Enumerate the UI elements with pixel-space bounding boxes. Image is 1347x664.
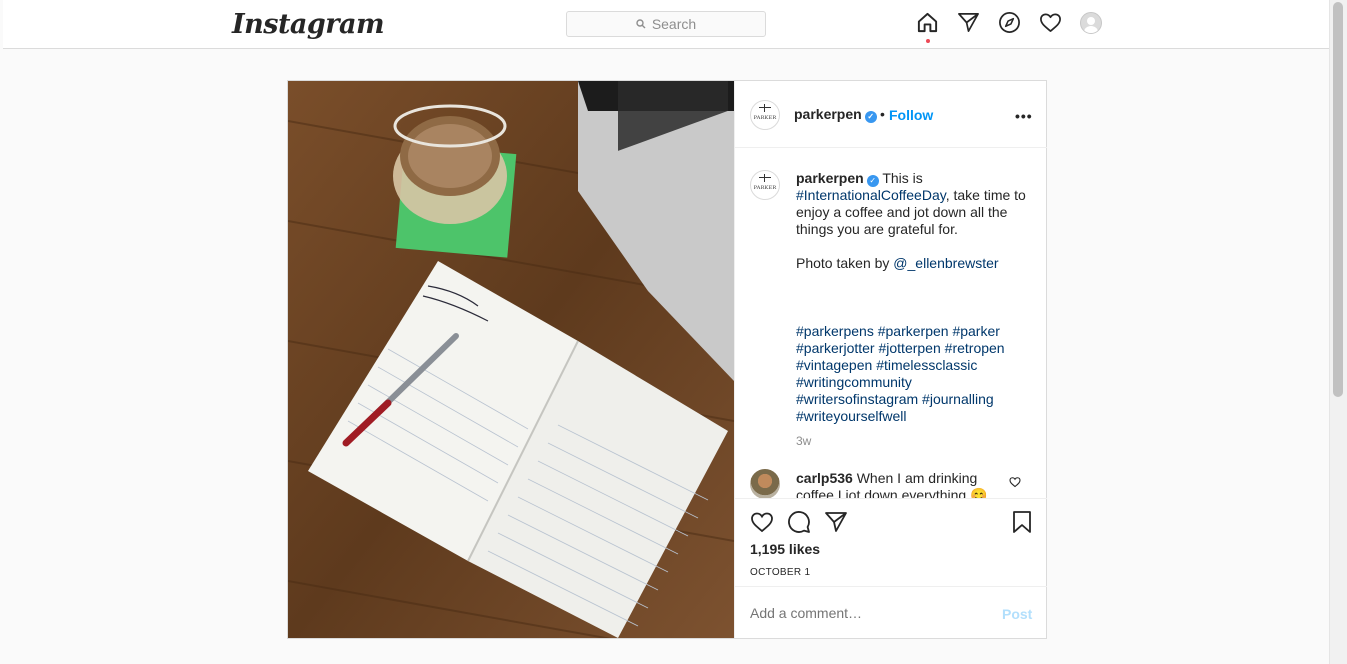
- hashtag[interactable]: #journalling: [922, 391, 994, 407]
- scrollbar-thumb[interactable]: [1333, 2, 1343, 397]
- parker-arrow-logo: [759, 104, 771, 113]
- caption-author-avatar[interactable]: PARKER: [750, 170, 780, 200]
- share-icon[interactable]: [824, 510, 848, 534]
- search-placeholder: Search: [651, 16, 697, 32]
- photo-credit-prefix: Photo taken by: [796, 255, 890, 271]
- comment-like-icon[interactable]: [1009, 476, 1021, 488]
- verified-badge-icon: ✓: [864, 111, 877, 123]
- caption-time[interactable]: 3w: [796, 434, 811, 448]
- instagram-logo[interactable]: Instagram: [232, 9, 385, 40]
- hashtag[interactable]: #vintagepen: [796, 357, 872, 373]
- caption-hashtag[interactable]: #InternationalCoffeeDay: [796, 187, 946, 203]
- caption: parkerpen ✓ This is #InternationalCoffeeD…: [796, 170, 1031, 425]
- post-image: [288, 81, 734, 638]
- author-avatar[interactable]: PARKER: [750, 100, 780, 130]
- nav-icons: [916, 11, 1102, 43]
- hashtag[interactable]: #parkerjotter: [796, 340, 875, 356]
- hashtag[interactable]: #writingcommunity: [796, 374, 912, 390]
- post-photo[interactable]: [288, 81, 734, 638]
- follow-button[interactable]: Follow: [889, 107, 933, 123]
- like-icon[interactable]: [750, 510, 774, 534]
- avatar-logo-text: PARKER: [753, 115, 777, 121]
- comment-input[interactable]: [750, 605, 990, 621]
- hashtag[interactable]: #parkerpen: [878, 323, 949, 339]
- comments-area: PARKER parkerpen ✓ This is #International…: [735, 149, 1047, 498]
- activity-icon[interactable]: [1039, 11, 1062, 34]
- post-card: PARKER parkerpen ✓ • Follow ••• PARKER pa…: [287, 80, 1047, 639]
- post-comment-button[interactable]: Post: [1002, 606, 1032, 622]
- post-sidebar: PARKER parkerpen ✓ • Follow ••• PARKER pa…: [734, 81, 1047, 638]
- post-date[interactable]: OCTOBER 1: [750, 567, 810, 578]
- post-actions: 1,195 likes OCTOBER 1: [735, 498, 1047, 586]
- home-icon[interactable]: [916, 11, 939, 43]
- parker-arrow-logo: [759, 174, 771, 183]
- caption-username[interactable]: parkerpen: [796, 170, 864, 186]
- active-indicator: [926, 39, 930, 43]
- author-username[interactable]: parkerpen ✓: [794, 106, 877, 123]
- direct-icon[interactable]: [957, 11, 980, 34]
- profile-avatar[interactable]: [1080, 11, 1102, 34]
- author-name[interactable]: parkerpen: [794, 106, 862, 122]
- comment: carlp536 When I am drinking coffee I jot…: [796, 470, 1001, 498]
- search-icon: [636, 19, 646, 29]
- hashtag[interactable]: #jotterpen: [878, 340, 940, 356]
- explore-icon[interactable]: [998, 11, 1021, 34]
- header-separator: •: [880, 106, 885, 122]
- verified-badge-icon: ✓: [866, 175, 879, 187]
- hashtag[interactable]: #timelessclassic: [876, 357, 977, 373]
- more-options-icon[interactable]: •••: [1015, 108, 1033, 124]
- comment-form: Post: [735, 586, 1047, 638]
- hashtag[interactable]: #retropen: [945, 340, 1005, 356]
- top-nav: Instagram Search: [3, 0, 1329, 49]
- avatar-logo-text: PARKER: [753, 185, 777, 191]
- caption-text-1: This is: [882, 170, 923, 186]
- hashtag[interactable]: #parker: [952, 323, 999, 339]
- hashtag[interactable]: #writeyourselfwell: [796, 408, 906, 424]
- comment-username[interactable]: carlp536: [796, 470, 853, 486]
- photo-credit-user[interactable]: @_ellenbrewster: [893, 255, 998, 271]
- search-input[interactable]: Search: [566, 11, 766, 37]
- likes-count[interactable]: 1,195 likes: [750, 541, 820, 557]
- app: Instagram Search PARKER parkerpen ✓ • Fo…: [0, 0, 1347, 664]
- post-header: PARKER parkerpen ✓ • Follow •••: [735, 81, 1047, 148]
- save-icon[interactable]: [1010, 510, 1034, 534]
- page-scrollbar[interactable]: [1329, 0, 1347, 664]
- commenter-avatar[interactable]: [750, 469, 780, 498]
- hashtag[interactable]: #parkerpens: [796, 323, 874, 339]
- comment-icon[interactable]: [787, 510, 811, 534]
- hashtag[interactable]: #writersofinstagram: [796, 391, 918, 407]
